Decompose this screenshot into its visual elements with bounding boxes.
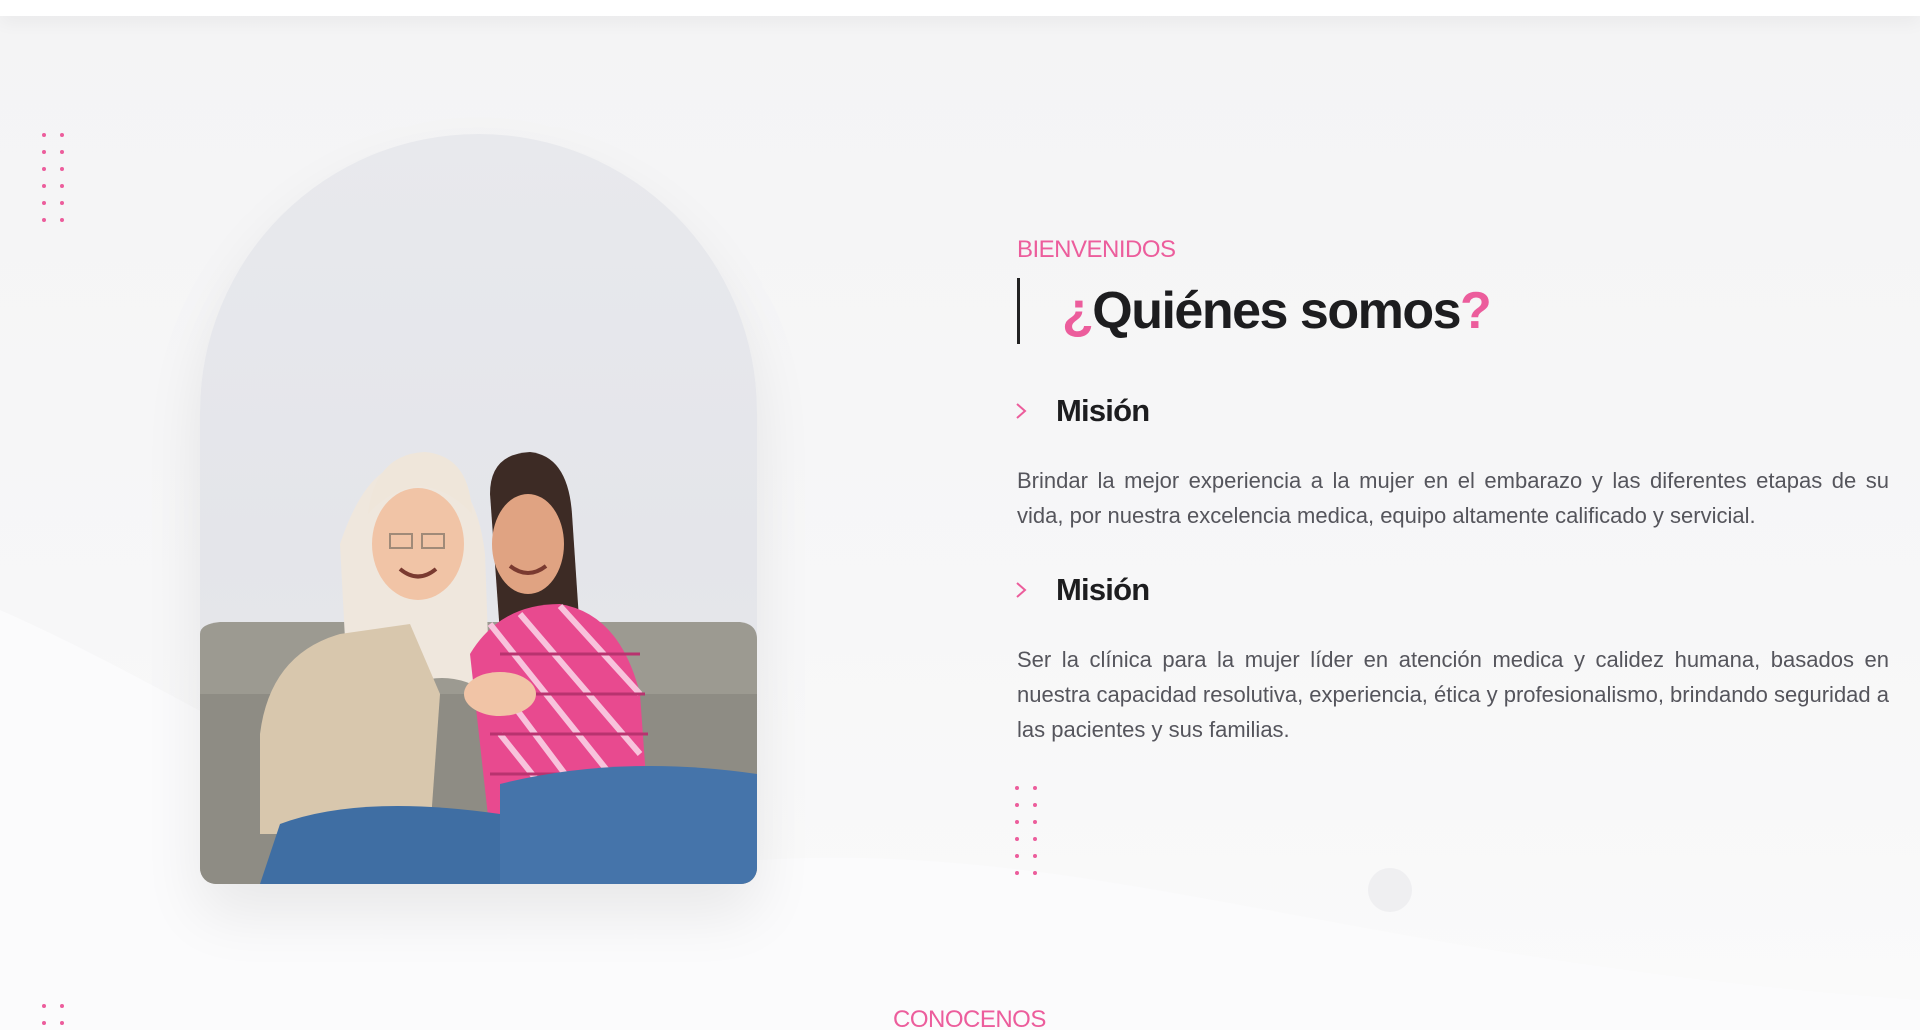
section-title: ¿Quiénes somos?: [1062, 281, 1492, 341]
decorative-dots-middle: [1015, 786, 1037, 875]
next-section-eyebrow: CONOCENOS: [893, 1006, 1046, 1030]
mission-text: Brindar la mejor experiencia a la mujer …: [1017, 468, 1889, 528]
chevron-right-icon: [1016, 403, 1027, 419]
title-close-mark: ?: [1460, 282, 1492, 340]
about-section: BIENVENIDOS ¿Quiénes somos? Misión Brind…: [0, 0, 1920, 1030]
vision-text: Ser la clínica para la mujer líder en at…: [1017, 647, 1889, 742]
decorative-dots-bottom-left: [42, 1004, 64, 1025]
vision-heading: Misión: [1014, 572, 1150, 608]
section-heading: ¿Quiénes somos?: [1017, 278, 1492, 344]
mission-heading: Misión: [1014, 393, 1150, 429]
mission-title: Misión: [1056, 393, 1150, 428]
section-eyebrow: BIENVENIDOS: [1017, 236, 1176, 263]
title-text: Quiénes somos: [1092, 282, 1461, 340]
decorative-dots-top-left: [42, 133, 64, 222]
title-open-mark: ¿: [1062, 282, 1094, 340]
vision-title: Misión: [1056, 572, 1150, 607]
chevron-right-icon: [1016, 582, 1027, 598]
about-photo: [200, 134, 757, 884]
